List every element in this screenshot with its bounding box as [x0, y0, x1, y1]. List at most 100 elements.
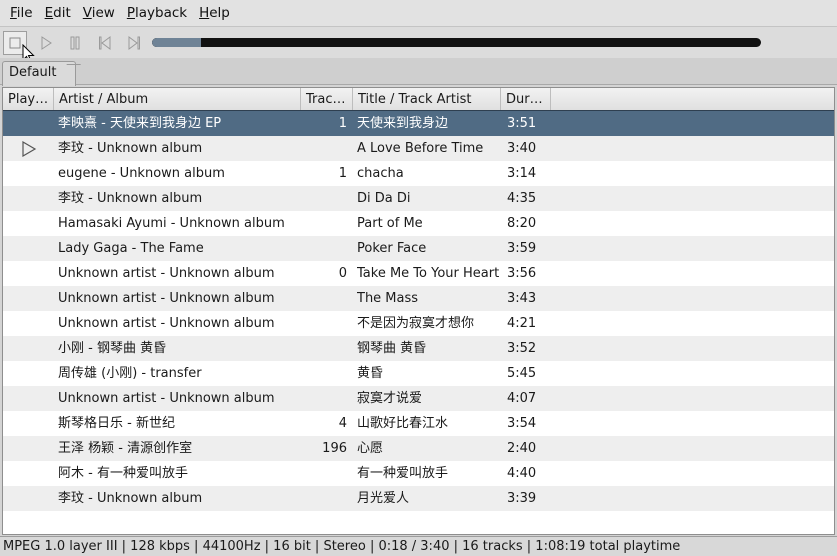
row-track-number: [301, 311, 351, 336]
seek-bar[interactable]: [152, 38, 761, 47]
row-track-number: [301, 236, 351, 261]
table-row[interactable]: 周传雄 (小刚) - transfer 黄昏 5:45: [3, 361, 834, 386]
row-title: A Love Before Time: [357, 141, 484, 156]
row-duration: 3:52: [507, 341, 537, 356]
row-track-number: 1: [338, 166, 347, 181]
menu-bar: File Edit View Playback Help: [0, 0, 837, 26]
row-title: 有一种爱叫放手: [357, 466, 449, 481]
row-duration: 8:20: [507, 216, 537, 231]
row-title: 天使来到我身边: [357, 116, 449, 131]
table-row[interactable]: eugene - Unknown album 1 chacha 3:14: [3, 161, 834, 186]
row-duration: 3:54: [507, 416, 537, 431]
table-row[interactable]: Hamasaki Ayumi - Unknown album Part of Me…: [3, 211, 834, 236]
menu-edit[interactable]: Edit: [39, 0, 77, 26]
row-title: 心愿: [357, 441, 384, 456]
previous-button[interactable]: [93, 31, 117, 55]
table-row[interactable]: 李映熹 - 天使来到我身边 EP 1 天使来到我身边 3:51: [3, 110, 834, 137]
row-track-number: [301, 361, 351, 386]
row-artist-album: Unknown artist - Unknown album: [58, 391, 275, 406]
row-title: Take Me To Your Heart: [357, 266, 500, 281]
table-row[interactable]: Unknown artist - Unknown album The Mass 3:…: [3, 286, 834, 311]
previous-icon: [99, 36, 111, 50]
row-title: 山歌好比春江水: [357, 416, 449, 431]
column-header-title[interactable]: Title / Track Artist: [353, 88, 501, 111]
menu-view[interactable]: View: [77, 0, 121, 26]
row-track-number: [301, 336, 351, 361]
column-header-duration[interactable]: Dur…: [501, 88, 551, 111]
playlist-view[interactable]: Play… Artist / Album Trac… Title / Track…: [2, 87, 835, 535]
table-row[interactable]: 李玟 - Unknown album A Love Before Time 3:40: [3, 136, 834, 161]
column-header-track[interactable]: Trac…: [301, 88, 353, 111]
playlist-header: Play… Artist / Album Trac… Title / Track…: [3, 88, 834, 111]
row-artist-album: 王泽 杨颖 - 清源创作室: [58, 441, 193, 456]
row-track-number: 1: [338, 116, 347, 131]
row-duration: 5:45: [507, 366, 537, 381]
row-artist-album: 李映熹 - 天使来到我身边 EP: [58, 116, 222, 131]
row-duration: 3:39: [507, 491, 537, 506]
row-artist-album: 阿木 - 有一种爱叫放手: [58, 466, 188, 481]
table-row[interactable]: 阿木 - 有一种爱叫放手 有一种爱叫放手 4:40: [3, 461, 834, 486]
row-artist-album: Hamasaki Ayumi - Unknown album: [58, 216, 285, 231]
menu-help[interactable]: Help: [193, 0, 236, 26]
row-title: 寂寞才说爱: [357, 391, 423, 406]
status-bar: MPEG 1.0 layer III | 128 kbps | 44100Hz …: [0, 536, 837, 556]
row-artist-album: Unknown artist - Unknown album: [58, 266, 275, 281]
row-title: Part of Me: [357, 216, 423, 231]
row-duration: 4:21: [507, 316, 537, 331]
row-track-number: 4: [338, 416, 347, 431]
stop-icon: [9, 37, 21, 49]
row-duration: 4:07: [507, 391, 537, 406]
row-duration: 3:59: [507, 241, 537, 256]
row-title: The Mass: [357, 291, 419, 306]
row-artist-album: Lady Gaga - The Fame: [58, 241, 204, 256]
row-track-number: [301, 136, 351, 161]
row-artist-album: 李玟 - Unknown album: [58, 191, 203, 206]
row-artist-album: 李玟 - Unknown album: [58, 491, 203, 506]
row-title: Di Da Di: [357, 191, 411, 206]
row-track-number: [301, 186, 351, 211]
column-header-artist-album[interactable]: Artist / Album: [54, 88, 301, 111]
next-icon: [128, 36, 140, 50]
row-duration: 2:40: [507, 441, 537, 456]
playlist-tabs: Default: [0, 58, 837, 86]
table-row[interactable]: 李玟 - Unknown album 月光爱人 3:39: [3, 486, 834, 511]
menu-file[interactable]: File: [4, 0, 39, 26]
pause-icon: [70, 36, 80, 50]
now-playing-icon: [22, 141, 37, 157]
row-track-number: [301, 386, 351, 411]
row-artist-album: 周传雄 (小刚) - transfer: [58, 366, 202, 381]
seek-bar-progress: [152, 38, 201, 47]
table-row[interactable]: 李玟 - Unknown album Di Da Di 4:35: [3, 186, 834, 211]
menu-playback[interactable]: Playback: [121, 0, 193, 26]
row-artist-album: Unknown artist - Unknown album: [58, 316, 275, 331]
row-duration: 4:35: [507, 191, 537, 206]
table-row[interactable]: 王泽 杨颖 - 清源创作室 196 心愿 2:40: [3, 436, 834, 461]
row-artist-album: 李玟 - Unknown album: [58, 141, 203, 156]
tab-default[interactable]: Default: [2, 61, 76, 86]
table-row[interactable]: 斯琴格日乐 - 新世纪 4 山歌好比春江水 3:54: [3, 411, 834, 436]
row-track-number: 196: [322, 441, 347, 456]
table-row[interactable]: Unknown artist - Unknown album 0 Take Me T…: [3, 261, 834, 286]
row-title: Poker Face: [357, 241, 427, 256]
play-button[interactable]: [34, 31, 58, 55]
row-title: 不是因为寂寞才想你: [357, 316, 475, 331]
row-artist-album: 斯琴格日乐 - 新世纪: [58, 416, 175, 431]
row-title: chacha: [357, 166, 404, 181]
row-duration: 3:56: [507, 266, 537, 281]
row-track-number: [301, 461, 351, 486]
column-header-playing[interactable]: Play…: [3, 88, 54, 111]
row-track-number: [301, 286, 351, 311]
table-row[interactable]: 小刚 - 钢琴曲 黄昏 钢琴曲 黄昏 3:52: [3, 336, 834, 361]
row-track-number: [301, 486, 351, 511]
next-button[interactable]: [122, 31, 146, 55]
row-title: 钢琴曲 黄昏: [357, 341, 427, 356]
table-row[interactable]: Lady Gaga - The Fame Poker Face 3:59: [3, 236, 834, 261]
row-track-number: 0: [338, 266, 347, 281]
table-row[interactable]: Unknown artist - Unknown album 寂寞才说爱 4:07: [3, 386, 834, 411]
row-duration: 3:14: [507, 166, 537, 181]
row-duration: 3:51: [507, 116, 537, 131]
row-track-number: [301, 211, 351, 236]
table-row[interactable]: Unknown artist - Unknown album 不是因为寂寞才想你 4…: [3, 311, 834, 336]
pause-button[interactable]: [63, 31, 87, 55]
row-artist-album: Unknown artist - Unknown album: [58, 291, 275, 306]
